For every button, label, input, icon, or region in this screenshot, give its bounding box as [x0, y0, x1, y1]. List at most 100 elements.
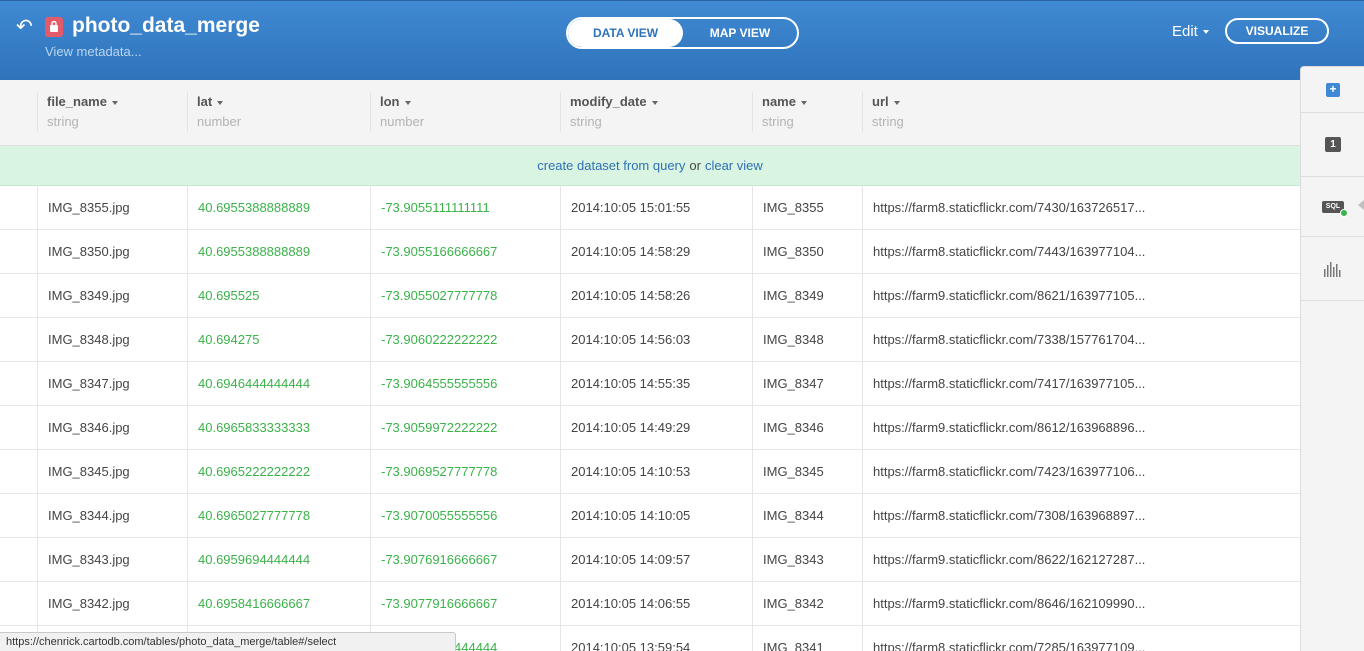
- column-header-lon[interactable]: lon number: [380, 94, 424, 129]
- cell-lon[interactable]: -73.9060222222222: [370, 318, 560, 362]
- column-header-url[interactable]: url string: [872, 94, 904, 129]
- cell-file_name[interactable]: IMG_8355.jpg: [37, 186, 187, 230]
- cell-lat[interactable]: 40.6965833333333: [187, 406, 370, 450]
- view-metadata-link[interactable]: View metadata...: [45, 44, 142, 59]
- cell-name[interactable]: IMG_8341: [752, 626, 862, 651]
- back-arrow-icon[interactable]: ↶: [16, 15, 36, 39]
- cell-name[interactable]: IMG_8342: [752, 582, 862, 626]
- cell-lat[interactable]: 40.6965222222222: [187, 450, 370, 494]
- cell-lat[interactable]: 40.695525: [187, 274, 370, 318]
- create-dataset-link[interactable]: create dataset from query: [537, 158, 685, 173]
- cell-lon[interactable]: -73.9069527777778: [370, 450, 560, 494]
- histogram-button[interactable]: [1301, 237, 1364, 301]
- cell-modify_date[interactable]: 2014:10:05 14:56:03: [560, 318, 752, 362]
- cell-url[interactable]: https://farm8.staticflickr.com/7417/1639…: [862, 362, 1300, 406]
- lock-icon[interactable]: [45, 17, 63, 37]
- data-view-tab[interactable]: DATA VIEW: [568, 19, 683, 47]
- cell-file_name[interactable]: IMG_8343.jpg: [37, 538, 187, 582]
- cell-lon[interactable]: -73.9076916666667: [370, 538, 560, 582]
- chevron-down-icon[interactable]: [111, 100, 118, 105]
- cell-lat[interactable]: 40.694275: [187, 318, 370, 362]
- cell-modify_date[interactable]: 2014:10:05 13:59:54: [560, 626, 752, 651]
- dataset-title[interactable]: photo_data_merge: [72, 14, 260, 38]
- cell-lat[interactable]: 40.6959694444444: [187, 538, 370, 582]
- column-header-name[interactable]: name string: [762, 94, 807, 129]
- cell-lon[interactable]: -73.9055166666667: [370, 230, 560, 274]
- chevron-down-icon[interactable]: [893, 100, 900, 105]
- cell-url[interactable]: https://farm8.staticflickr.com/7443/1639…: [862, 230, 1300, 274]
- cell-file_name[interactable]: IMG_8346.jpg: [37, 406, 187, 450]
- cell-file_name[interactable]: IMG_8349.jpg: [37, 274, 187, 318]
- cell-name[interactable]: IMG_8348: [752, 318, 862, 362]
- cell-lat[interactable]: 40.6955388888889: [187, 230, 370, 274]
- cell-name[interactable]: IMG_8346: [752, 406, 862, 450]
- map-view-tab[interactable]: MAP VIEW: [683, 19, 797, 47]
- cell-modify_date[interactable]: 2014:10:05 14:09:57: [560, 538, 752, 582]
- cell-lat[interactable]: 40.6955388888889: [187, 186, 370, 230]
- add-layer-button[interactable]: +: [1301, 67, 1364, 113]
- cell-url[interactable]: https://farm8.staticflickr.com/7285/1639…: [862, 626, 1300, 651]
- cell-lon[interactable]: -73.9064555555556: [370, 362, 560, 406]
- cell-file_name[interactable]: IMG_8348.jpg: [37, 318, 187, 362]
- cell-modify_date[interactable]: 2014:10:05 14:49:29: [560, 406, 752, 450]
- cell-file_name[interactable]: IMG_8350.jpg: [37, 230, 187, 274]
- clear-view-link[interactable]: clear view: [705, 158, 763, 173]
- cell-lon[interactable]: -73.9055027777778: [370, 274, 560, 318]
- cell-url[interactable]: https://farm9.staticflickr.com/8646/1621…: [862, 582, 1300, 626]
- cell-lat[interactable]: 40.6958416666667: [187, 582, 370, 626]
- column-header-modify_date[interactable]: modify_date string: [570, 94, 658, 129]
- table-row[interactable]: IMG_8349.jpg 40.695525 -73.9055027777778…: [0, 274, 1300, 318]
- visualize-button[interactable]: VISUALIZE: [1225, 18, 1329, 44]
- cell-file_name[interactable]: IMG_8342.jpg: [37, 582, 187, 626]
- cell-file_name[interactable]: IMG_8344.jpg: [37, 494, 187, 538]
- cell-url[interactable]: https://farm9.staticflickr.com/8622/1621…: [862, 538, 1300, 582]
- table-row[interactable]: IMG_8342.jpg 40.6958416666667 -73.907791…: [0, 582, 1300, 626]
- column-header-file_name[interactable]: file_name string: [47, 94, 118, 129]
- table-row[interactable]: IMG_8350.jpg 40.6955388888889 -73.905516…: [0, 230, 1300, 274]
- data-table: IMG_8355.jpg 40.6955388888889 -73.905511…: [0, 186, 1300, 651]
- cell-modify_date[interactable]: 2014:10:05 14:10:05: [560, 494, 752, 538]
- sql-button[interactable]: SQL: [1301, 177, 1364, 237]
- chevron-down-icon[interactable]: [800, 100, 807, 105]
- cell-name[interactable]: IMG_8345: [752, 450, 862, 494]
- table-row[interactable]: IMG_8345.jpg 40.6965222222222 -73.906952…: [0, 450, 1300, 494]
- cell-name[interactable]: IMG_8344: [752, 494, 862, 538]
- chevron-down-icon[interactable]: [651, 100, 658, 105]
- cell-name[interactable]: IMG_8343: [752, 538, 862, 582]
- cell-name[interactable]: IMG_8347: [752, 362, 862, 406]
- table-row[interactable]: IMG_8348.jpg 40.694275 -73.9060222222222…: [0, 318, 1300, 362]
- cell-name[interactable]: IMG_8350: [752, 230, 862, 274]
- edit-menu[interactable]: Edit: [1172, 23, 1209, 40]
- cell-modify_date[interactable]: 2014:10:05 14:10:53: [560, 450, 752, 494]
- table-row[interactable]: IMG_8346.jpg 40.6965833333333 -73.905997…: [0, 406, 1300, 450]
- cell-url[interactable]: https://farm8.staticflickr.com/7430/1637…: [862, 186, 1300, 230]
- cell-lon[interactable]: -73.9070055555556: [370, 494, 560, 538]
- cell-modify_date[interactable]: 2014:10:05 14:55:35: [560, 362, 752, 406]
- cell-modify_date[interactable]: 2014:10:05 14:58:29: [560, 230, 752, 274]
- cell-lat[interactable]: 40.6946444444444: [187, 362, 370, 406]
- table-row[interactable]: IMG_8355.jpg 40.6955388888889 -73.905511…: [0, 186, 1300, 230]
- table-row[interactable]: IMG_8343.jpg 40.6959694444444 -73.907691…: [0, 538, 1300, 582]
- cell-modify_date[interactable]: 2014:10:05 14:06:55: [560, 582, 752, 626]
- cell-name[interactable]: IMG_8349: [752, 274, 862, 318]
- table-row[interactable]: IMG_8344.jpg 40.6965027777778 -73.907005…: [0, 494, 1300, 538]
- filters-button[interactable]: 1: [1301, 113, 1364, 177]
- cell-url[interactable]: https://farm8.staticflickr.com/7308/1639…: [862, 494, 1300, 538]
- cell-url[interactable]: https://farm9.staticflickr.com/8621/1639…: [862, 274, 1300, 318]
- cell-file_name[interactable]: IMG_8347.jpg: [37, 362, 187, 406]
- chevron-down-icon[interactable]: [404, 100, 411, 105]
- cell-name[interactable]: IMG_8355: [752, 186, 862, 230]
- cell-lon[interactable]: -73.9055111111111: [370, 186, 560, 230]
- cell-file_name[interactable]: IMG_8345.jpg: [37, 450, 187, 494]
- cell-url[interactable]: https://farm8.staticflickr.com/7423/1639…: [862, 450, 1300, 494]
- cell-modify_date[interactable]: 2014:10:05 15:01:55: [560, 186, 752, 230]
- table-row[interactable]: IMG_8347.jpg 40.6946444444444 -73.906455…: [0, 362, 1300, 406]
- cell-lon[interactable]: -73.9077916666667: [370, 582, 560, 626]
- chevron-down-icon[interactable]: [217, 100, 224, 105]
- cell-modify_date[interactable]: 2014:10:05 14:58:26: [560, 274, 752, 318]
- cell-lon[interactable]: -73.9059972222222: [370, 406, 560, 450]
- cell-lat[interactable]: 40.6965027777778: [187, 494, 370, 538]
- cell-url[interactable]: https://farm9.staticflickr.com/8612/1639…: [862, 406, 1300, 450]
- cell-url[interactable]: https://farm8.staticflickr.com/7338/1577…: [862, 318, 1300, 362]
- column-header-lat[interactable]: lat number: [197, 94, 241, 129]
